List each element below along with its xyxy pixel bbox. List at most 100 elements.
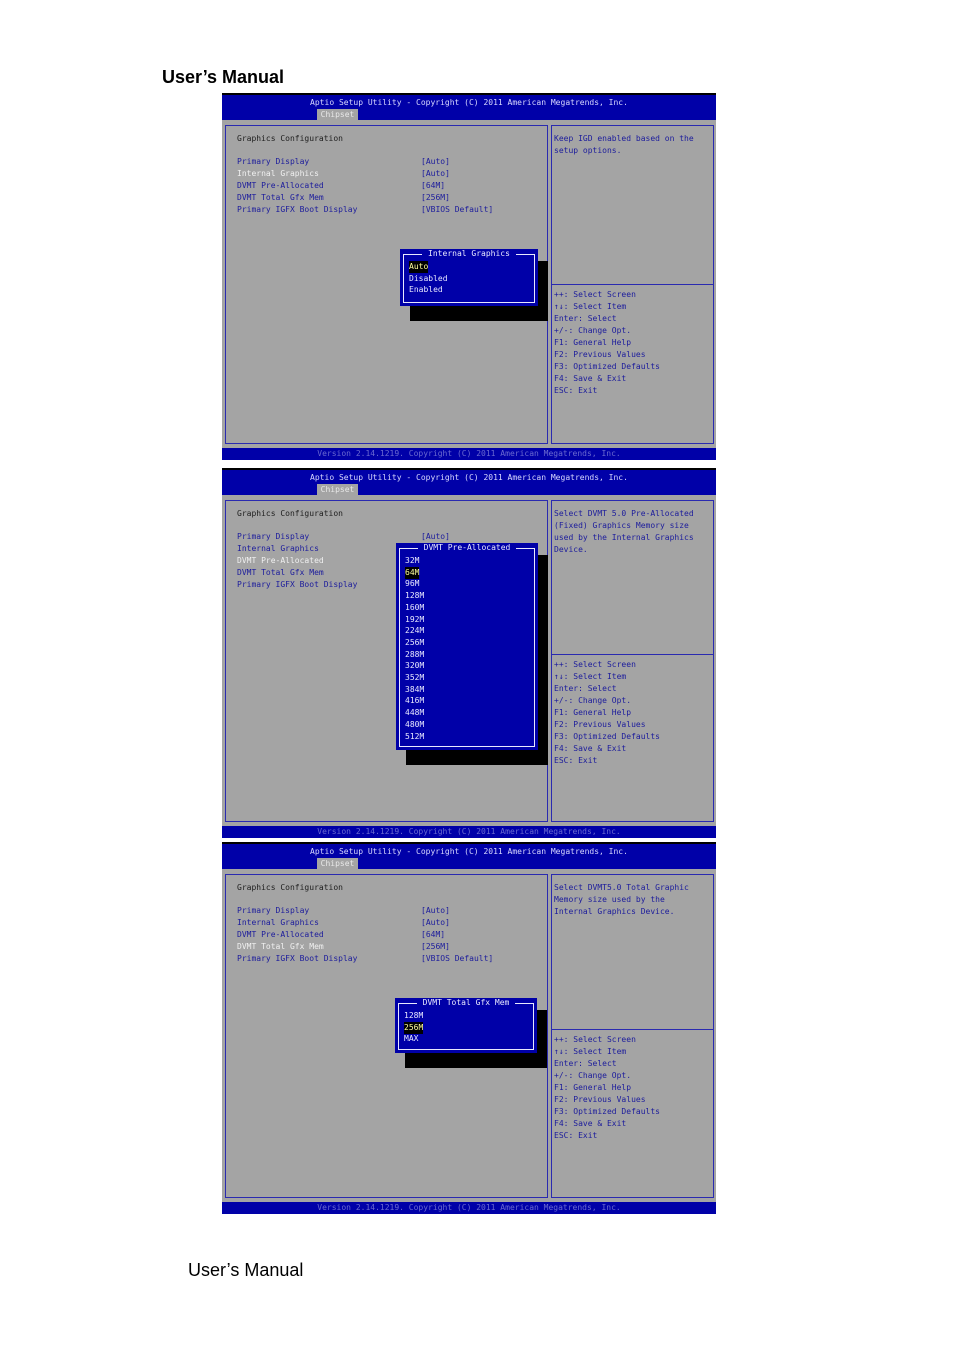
setting-value[interactable]: [Auto] — [421, 168, 450, 180]
options-popup: Internal Graphics Auto Disabled Enabled — [400, 249, 538, 306]
key-hint: F3: Optimized Defaults — [554, 732, 660, 741]
popup-option[interactable]: 64M — [405, 566, 420, 579]
bios-screenshot: Aptio Setup Utility - Copyright (C) 2011… — [222, 842, 716, 1214]
popup-option[interactable]: MAX — [404, 1033, 418, 1045]
key-hint: ESC: Exit — [554, 1131, 598, 1140]
setting-value[interactable]: [64M] — [421, 180, 445, 192]
setting-value[interactable]: [Auto] — [421, 531, 450, 543]
setting-primary-igfx-boot-display[interactable]: Primary IGFX Boot Display — [237, 953, 357, 965]
key-hint: +/-: Change Opt. — [554, 696, 632, 705]
key-hint: ↑↓: Select Item — [554, 1047, 627, 1056]
help-panel: Keep IGD enabled based on the setup optio… — [551, 125, 714, 444]
setting-dvmt-pre-allocated[interactable]: DVMT Pre-Allocated — [237, 180, 324, 192]
setting-dvmt-total-gfx-mem[interactable]: DVMT Total Gfx Mem — [237, 941, 324, 953]
popup-option[interactable]: 128M — [405, 590, 424, 602]
key-hint: F4: Save & Exit — [554, 744, 627, 753]
help-divider — [552, 654, 713, 655]
version-bar: Version 2.14.1219. Copyright (C) 2011 Am… — [222, 826, 716, 838]
help-text: Select DVMT 5.0 Pre-Allocated — [554, 509, 694, 518]
title-text: Aptio Setup Utility - Copyright (C) 2011… — [310, 473, 628, 482]
tab-chipset[interactable]: Chipset — [317, 109, 358, 121]
popup-option[interactable]: 416M — [405, 695, 424, 707]
setting-dvmt-total-gfx-mem[interactable]: DVMT Total Gfx Mem — [237, 567, 324, 579]
setting-dvmt-pre-allocated[interactable]: DVMT Pre-Allocated — [237, 929, 324, 941]
popup-option[interactable]: 288M — [405, 649, 424, 661]
popup-option[interactable]: 320M — [405, 660, 424, 672]
popup-title: DVMT Pre-Allocated — [396, 543, 538, 552]
section-title: Graphics Configuration — [237, 134, 343, 143]
key-hint: Enter: Select — [554, 314, 617, 323]
popup-option[interactable]: 128M — [404, 1010, 423, 1022]
help-text: Device. — [554, 545, 588, 554]
setting-value[interactable]: [VBIOS Default] — [421, 953, 493, 965]
bios-screenshot: Aptio Setup Utility - Copyright (C) 2011… — [222, 468, 716, 838]
options-popup: DVMT Pre-Allocated 32M 64M 96M 128M 160M 192M 2… — [396, 543, 538, 750]
setting-value[interactable]: [Auto] — [421, 156, 450, 168]
popup-option[interactable]: 96M — [405, 578, 419, 590]
help-text: Internal Graphics Device. — [554, 907, 675, 916]
key-hint: F2: Previous Values — [554, 350, 646, 359]
key-hint: ↑↓: Select Item — [554, 302, 627, 311]
title-text: Aptio Setup Utility - Copyright (C) 2011… — [310, 98, 628, 107]
popup-option[interactable]: 32M — [405, 555, 419, 567]
key-hint: Enter: Select — [554, 1059, 617, 1068]
setting-value[interactable]: [VBIOS Default] — [421, 204, 493, 216]
help-divider — [552, 284, 713, 285]
popup-option[interactable]: 480M — [405, 719, 424, 731]
popup-title-text: DVMT Total Gfx Mem — [416, 998, 516, 1007]
setting-primary-display[interactable]: Primary Display — [237, 156, 309, 168]
key-hint: F1: General Help — [554, 1083, 632, 1092]
tab-chipset[interactable]: Chipset — [317, 484, 358, 496]
setting-primary-display[interactable]: Primary Display — [237, 905, 309, 917]
title-bar: Aptio Setup Utility - Copyright (C) 2011… — [222, 93, 716, 121]
key-hint: F3: Optimized Defaults — [554, 362, 660, 371]
key-hint: ↑↓: Select Item — [554, 672, 627, 681]
setting-primary-igfx-boot-display[interactable]: Primary IGFX Boot Display — [237, 579, 357, 591]
popup-option[interactable]: 384M — [405, 684, 424, 696]
key-hint: ESC: Exit — [554, 386, 598, 395]
help-text: Memory size used by the — [554, 895, 665, 904]
key-hint: ++: Select Screen — [554, 290, 636, 299]
popup-option[interactable]: Auto — [409, 261, 429, 273]
popup-option[interactable]: 352M — [405, 672, 424, 684]
key-hint: Enter: Select — [554, 684, 617, 693]
setting-dvmt-total-gfx-mem[interactable]: DVMT Total Gfx Mem — [237, 192, 324, 204]
key-hint: F1: General Help — [554, 338, 632, 347]
setting-internal-graphics[interactable]: Internal Graphics — [237, 917, 319, 929]
setting-value[interactable]: [Auto] — [421, 917, 450, 929]
tab-chipset[interactable]: Chipset — [317, 858, 358, 870]
manual-page: User’s Manual Aptio Setup Utility - Copy… — [0, 0, 954, 1350]
key-hint: F4: Save & Exit — [554, 1119, 627, 1128]
title-bar: Aptio Setup Utility - Copyright (C) 2011… — [222, 468, 716, 496]
popup-option[interactable]: 160M — [405, 602, 424, 614]
setting-internal-graphics[interactable]: Internal Graphics — [237, 543, 319, 555]
setting-dvmt-pre-allocated[interactable]: DVMT Pre-Allocated — [237, 555, 324, 567]
setting-value[interactable]: [Auto] — [421, 905, 450, 917]
key-hint: F4: Save & Exit — [554, 374, 627, 383]
key-hint: F2: Previous Values — [554, 1095, 646, 1104]
popup-option[interactable]: 512M — [405, 731, 424, 743]
key-hint: +/-: Change Opt. — [554, 1071, 632, 1080]
setting-value[interactable]: [256M] — [421, 192, 450, 204]
key-hint: +/-: Change Opt. — [554, 326, 632, 335]
popup-option[interactable]: 448M — [405, 707, 424, 719]
bios-screenshot: Aptio Setup Utility - Copyright (C) 2011… — [222, 93, 716, 460]
setting-value[interactable]: [64M] — [421, 929, 445, 941]
setting-internal-graphics[interactable]: Internal Graphics — [237, 168, 319, 180]
setting-primary-igfx-boot-display[interactable]: Primary IGFX Boot Display — [237, 204, 357, 216]
popup-option[interactable]: 256M — [404, 1021, 424, 1034]
options-popup: DVMT Total Gfx Mem 128M 256M MAX — [395, 998, 537, 1053]
version-bar: Version 2.14.1219. Copyright (C) 2011 Am… — [222, 448, 716, 460]
popup-option[interactable]: 224M — [405, 625, 424, 637]
popup-option[interactable]: 192M — [405, 614, 424, 626]
section-title: Graphics Configuration — [237, 883, 343, 892]
popup-title: DVMT Total Gfx Mem — [395, 998, 537, 1007]
setting-primary-display[interactable]: Primary Display — [237, 531, 309, 543]
popup-option[interactable]: 256M — [405, 637, 424, 649]
key-hint: F3: Optimized Defaults — [554, 1107, 660, 1116]
setting-value[interactable]: [256M] — [421, 941, 450, 953]
key-hint: F1: General Help — [554, 708, 632, 717]
popup-option[interactable]: Enabled — [409, 284, 443, 296]
popup-option[interactable]: Disabled — [409, 273, 448, 285]
section-title: Graphics Configuration — [237, 509, 343, 518]
